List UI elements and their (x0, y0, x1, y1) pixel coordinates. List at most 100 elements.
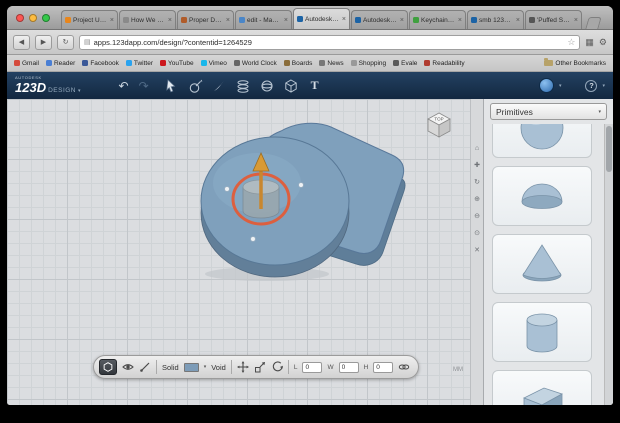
bookmark-item[interactable]: Shopping (351, 60, 386, 67)
tab[interactable]: How We To...× (119, 10, 176, 29)
back-button[interactable]: ◀ (13, 35, 30, 50)
scale-tool-icon[interactable] (254, 361, 266, 373)
combine-tool-icon[interactable] (283, 78, 299, 94)
undo-button[interactable]: ↶ (119, 79, 129, 93)
tab-favicon (297, 16, 303, 22)
url-text[interactable]: apps.123dapp.com/design/?contentid=12645… (94, 38, 565, 47)
bookmark-item[interactable]: YouTube (160, 60, 194, 67)
bookmark-star-icon[interactable]: ☆ (567, 37, 575, 48)
bookmark-item[interactable]: Evale (393, 60, 417, 67)
grid-settings-button[interactable] (99, 359, 117, 375)
primitive-cylinder[interactable] (492, 302, 592, 362)
zoom-out-icon[interactable]: ⊖ (474, 212, 480, 220)
tab-close-icon[interactable]: × (458, 17, 462, 24)
material-solid-label[interactable]: Solid (162, 363, 179, 372)
window-controls (16, 14, 50, 22)
construct-tool-icon[interactable] (235, 78, 251, 94)
select-cursor-icon[interactable] (163, 78, 179, 94)
tab-close-icon[interactable]: × (342, 16, 346, 23)
bookmark-item[interactable]: Vimeo (201, 60, 227, 67)
bookmark-item[interactable]: Reader (46, 60, 75, 67)
account-chevron-icon[interactable]: ▾ (559, 83, 562, 89)
visibility-eye-icon[interactable] (122, 361, 134, 373)
help-button[interactable]: ? (585, 80, 597, 92)
tab[interactable]: Autodesk 12...× (351, 10, 408, 29)
zoom-in-icon[interactable]: ⊕ (474, 195, 480, 203)
zoom-window-button[interactable] (42, 14, 50, 22)
bookmark-item[interactable]: Gmail (14, 60, 39, 67)
tab[interactable]: Proper Desi...× (177, 10, 234, 29)
move-tool-icon[interactable] (237, 361, 249, 373)
bookmark-item[interactable]: World Clock (234, 60, 277, 67)
tab-active[interactable]: Autodesk 12...× (293, 8, 350, 29)
help-chevron-icon[interactable]: ▾ (602, 83, 605, 89)
text-tool-button[interactable]: T (307, 78, 323, 94)
new-tab-button[interactable] (585, 17, 601, 29)
app-logo[interactable]: AUTODESK 123D DESIGN ▾ (15, 76, 81, 95)
brush-tool-icon[interactable] (211, 78, 227, 94)
tab-close-icon[interactable]: × (574, 17, 578, 24)
scrollbar-thumb[interactable] (606, 126, 612, 172)
bookmark-item[interactable]: Readability (424, 60, 464, 67)
titlebar[interactable]: Project Upd...× How We To...× Proper Des… (7, 6, 613, 30)
length-input[interactable] (302, 362, 322, 373)
bookmark-item[interactable]: News (319, 60, 343, 67)
user-avatar[interactable] (539, 78, 554, 93)
material-void-label[interactable]: Void (211, 363, 226, 372)
primitive-hemisphere[interactable] (492, 166, 592, 226)
tab[interactable]: 'Puffed Shou...× (525, 10, 582, 29)
minimize-window-button[interactable] (29, 14, 37, 22)
tab[interactable]: smb 123D C...× (467, 10, 524, 29)
width-input[interactable] (339, 362, 359, 373)
redo-button[interactable]: ↷ (139, 79, 149, 93)
bookmark-label: Readability (432, 60, 464, 67)
panel-title: Primitives (496, 107, 533, 117)
home-view-icon[interactable]: ⌂ (475, 145, 479, 152)
other-bookmarks-button[interactable]: Other Bookmarks (544, 60, 606, 67)
tab-close-icon[interactable]: × (284, 17, 288, 24)
extensions-icon[interactable]: ▦ (585, 37, 594, 48)
orbit-icon[interactable]: ↻ (474, 178, 480, 186)
reload-button[interactable]: ↻ (57, 35, 74, 50)
app-header: AUTODESK 123D DESIGN ▾ ↶ ↷ (7, 72, 613, 99)
bookmark-favicon (14, 60, 20, 66)
primitive-wedge[interactable] (492, 370, 592, 405)
link-dimensions-icon[interactable] (398, 361, 410, 373)
address-bar[interactable]: ▤ apps.123dapp.com/design/?contentid=126… (79, 35, 580, 50)
sketch-line-icon[interactable] (139, 361, 151, 373)
pan-icon[interactable]: ✚ (474, 161, 480, 169)
tab-strip: Project Upd...× How We To...× Proper Des… (61, 6, 607, 29)
3d-model[interactable] (197, 111, 409, 286)
rotate-tool-icon[interactable] (271, 361, 283, 373)
modeling-canvas[interactable]: TOP MM Solid ▾ Void (7, 99, 470, 405)
tab-favicon (471, 17, 477, 23)
tool-ribbon: T (163, 78, 323, 94)
primitive-cone[interactable] (492, 234, 592, 294)
panel-category-dropdown[interactable]: Primitives ▾ (490, 103, 607, 120)
view-cube[interactable]: TOP (422, 107, 456, 141)
tab[interactable]: edit - Makin...× (235, 10, 292, 29)
bookmark-item[interactable]: Boards (284, 60, 313, 67)
tab[interactable]: Project Upd...× (61, 10, 118, 29)
pattern-tool-icon[interactable] (259, 78, 275, 94)
material-chevron-icon[interactable]: ▾ (204, 364, 207, 370)
tab-close-icon[interactable]: × (168, 17, 172, 24)
forward-button[interactable]: ▶ (35, 35, 52, 50)
fit-view-icon[interactable]: ⊙ (474, 229, 480, 237)
bookmark-item[interactable]: Facebook (82, 60, 119, 67)
close-strip-icon[interactable]: ✕ (474, 246, 480, 254)
primitive-sphere[interactable] (492, 124, 592, 158)
tab-close-icon[interactable]: × (110, 17, 114, 24)
tab-close-icon[interactable]: × (226, 17, 230, 24)
tab-close-icon[interactable]: × (516, 17, 520, 24)
close-window-button[interactable] (16, 14, 24, 22)
panel-scrollbar[interactable] (604, 124, 613, 405)
tab[interactable]: Keychain ta...× (409, 10, 466, 29)
bookmark-label: Shopping (359, 60, 386, 67)
height-input[interactable] (373, 362, 393, 373)
sketch-tool-icon[interactable] (187, 78, 203, 94)
tab-close-icon[interactable]: × (400, 17, 404, 24)
bookmark-item[interactable]: Twitter (126, 60, 153, 67)
settings-icon[interactable]: ⚙ (599, 37, 607, 48)
material-color-swatch[interactable] (184, 363, 199, 372)
